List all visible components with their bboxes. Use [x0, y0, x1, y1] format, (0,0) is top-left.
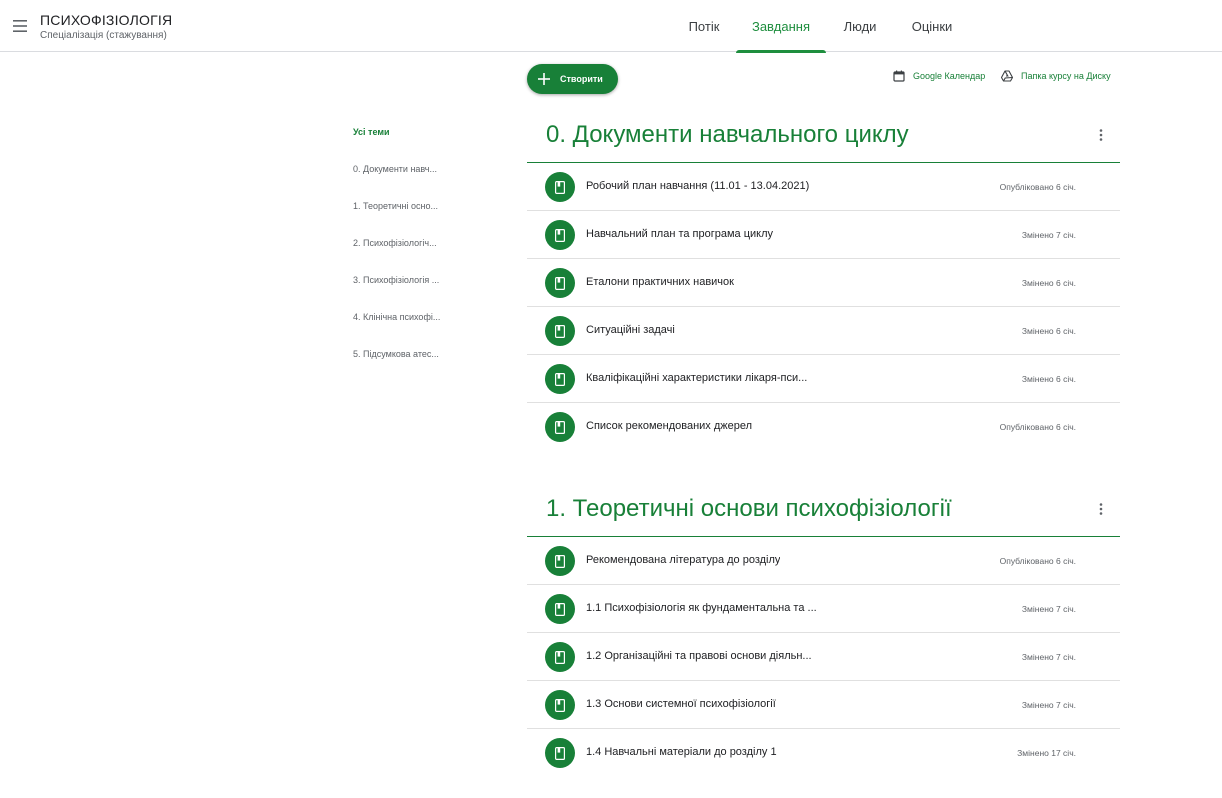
material-icon: [545, 594, 575, 624]
item-title: Ситуаційні задачі: [586, 324, 675, 336]
course-heading[interactable]: ПСИХОФІЗІОЛОГІЯ Спеціалізація (стажуванн…: [40, 11, 172, 42]
classwork-item[interactable]: Ситуаційні задачі Змінено 6 січ.: [527, 307, 1120, 355]
section-header: 1. Теоретичні основи психофізіології: [527, 487, 1120, 537]
google-calendar-label: Google Календар: [913, 71, 986, 81]
item-title: Робочий план навчання (11.01 - 13.04.202…: [586, 180, 810, 192]
section-title: 1. Теоретичні основи психофізіології: [546, 495, 952, 522]
create-button-label: Створити: [560, 74, 603, 84]
item-title: 1.2 Організаційні та правові основи діял…: [586, 650, 812, 662]
item-title: Кваліфікаційні характеристики лікаря-пси…: [586, 372, 808, 384]
section-header: 0. Документи навчального циклу: [527, 113, 1120, 163]
topic-all[interactable]: Усі теми: [353, 113, 463, 150]
topic-item[interactable]: 1. Теоретичні осно...: [353, 187, 463, 224]
item-status: Змінено 7 січ.: [1021, 230, 1076, 240]
topic-list: Усі теми 0. Документи навч... 1. Теорети…: [353, 113, 463, 372]
classwork-item[interactable]: 1.2 Організаційні та правові основи діял…: [527, 633, 1120, 681]
material-icon: [545, 364, 575, 394]
classwork-item[interactable]: 1.4 Навчальні матеріали до розділу 1 Змі…: [527, 729, 1120, 777]
course-title: ПСИХОФІЗІОЛОГІЯ: [40, 12, 173, 28]
course-subtitle: Спеціалізація (стажування): [40, 30, 167, 41]
item-status: Опубліковано 6 січ.: [999, 422, 1076, 432]
classwork-item[interactable]: Список рекомендованих джерел Опублікован…: [527, 403, 1120, 451]
classwork-item[interactable]: Робочий план навчання (11.01 - 13.04.202…: [527, 163, 1120, 211]
classwork-item[interactable]: Кваліфікаційні характеристики лікаря-пси…: [527, 355, 1120, 403]
item-status: Змінено 17 січ.: [1017, 748, 1076, 758]
item-status: Змінено 6 січ.: [1021, 326, 1076, 336]
material-icon: [545, 690, 575, 720]
classwork-item[interactable]: Еталони практичних навичок Змінено 6 січ…: [527, 259, 1120, 307]
item-status: Змінено 7 січ.: [1021, 604, 1076, 614]
item-title: Список рекомендованих джерел: [586, 420, 753, 432]
item-status: Змінено 6 січ.: [1021, 278, 1076, 288]
plus-icon: [538, 73, 550, 85]
topic-item[interactable]: 4. Клінічна психофі...: [353, 298, 463, 335]
menu-icon: [13, 20, 27, 32]
more-vert-icon: [1099, 503, 1103, 515]
calendar-icon: [893, 70, 905, 82]
material-icon: [545, 172, 575, 202]
topic-section: 1. Теоретичні основи психофізіології Рек…: [527, 487, 1120, 777]
class-tabs: Потік Завдання Люди Оцінки: [672, 0, 970, 53]
drive-folder-label: Папка курсу на Диску: [1021, 71, 1111, 81]
item-title: 1.1 Психофізіологія як фундаментальна та…: [586, 602, 817, 614]
tab-people[interactable]: Люди: [826, 0, 894, 52]
topic-item[interactable]: 5. Підсумкова атес...: [353, 335, 463, 372]
item-title: Рекомендована література до розділу: [586, 554, 781, 566]
classwork-item[interactable]: Навчальний план та програма циклу Змінен…: [527, 211, 1120, 259]
material-icon: [545, 220, 575, 250]
item-title: Еталони практичних навичок: [586, 276, 734, 288]
item-title: 1.3 Основи системної психофізіології: [586, 698, 776, 710]
classwork-item[interactable]: 1.3 Основи системної психофізіології Змі…: [527, 681, 1120, 729]
section-title: 0. Документи навчального циклу: [546, 121, 909, 148]
item-title: Навчальний план та програма циклу: [586, 228, 774, 240]
section-options-button[interactable]: [1096, 127, 1106, 143]
tab-grades[interactable]: Оцінки: [894, 0, 970, 52]
section-options-button[interactable]: [1096, 501, 1106, 517]
topic-item[interactable]: 2. Психофізіологіч...: [353, 224, 463, 261]
create-button[interactable]: Створити: [527, 64, 618, 94]
top-app-bar: ПСИХОФІЗІОЛОГІЯ Спеціалізація (стажуванн…: [0, 0, 1222, 53]
item-status: Змінено 7 січ.: [1021, 652, 1076, 662]
material-icon: [545, 546, 575, 576]
material-icon: [545, 316, 575, 346]
more-vert-icon: [1099, 129, 1103, 141]
classwork-item[interactable]: Рекомендована література до розділу Опуб…: [527, 537, 1120, 585]
tab-classwork[interactable]: Завдання: [736, 0, 826, 53]
item-title: 1.4 Навчальні матеріали до розділу 1: [586, 746, 777, 758]
topic-item[interactable]: 3. Психофізіологія ...: [353, 261, 463, 298]
tab-stream[interactable]: Потік: [672, 0, 736, 52]
item-status: Змінено 6 січ.: [1021, 374, 1076, 384]
material-icon: [545, 268, 575, 298]
item-status: Опубліковано 6 січ.: [999, 182, 1076, 192]
material-icon: [545, 642, 575, 672]
drive-icon: [1001, 70, 1013, 82]
topic-section: 0. Документи навчального циклу Робочий п…: [527, 113, 1120, 451]
google-calendar-link[interactable]: Google Календар: [893, 69, 985, 83]
topic-item[interactable]: 0. Документи навч...: [353, 150, 463, 187]
material-icon: [545, 738, 575, 768]
main-menu-button[interactable]: [10, 16, 30, 36]
drive-folder-link[interactable]: Папка курсу на Диску: [1001, 69, 1111, 83]
item-status: Змінено 7 січ.: [1021, 700, 1076, 710]
item-status: Опубліковано 6 січ.: [999, 556, 1076, 566]
classwork-item[interactable]: 1.1 Психофізіологія як фундаментальна та…: [527, 585, 1120, 633]
material-icon: [545, 412, 575, 442]
